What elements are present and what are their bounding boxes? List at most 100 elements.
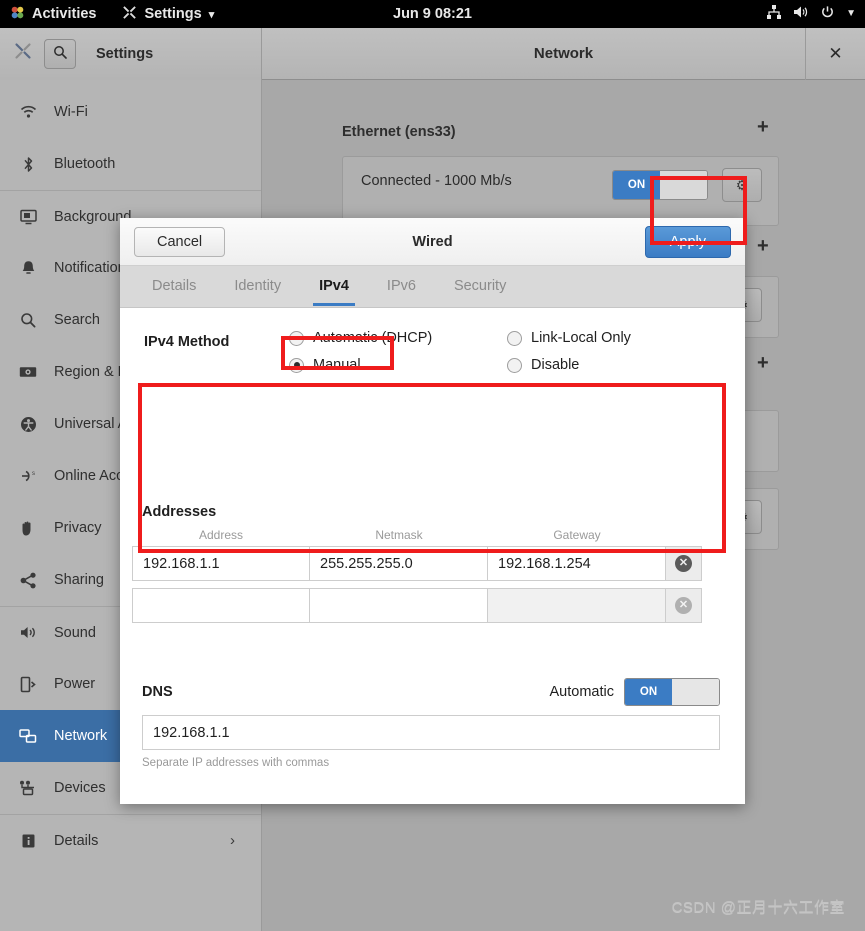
column-header-netmask: Netmask bbox=[375, 528, 423, 542]
tab-ipv4[interactable]: IPv4 bbox=[305, 268, 363, 306]
speaker-icon bbox=[18, 625, 38, 640]
netmask-input[interactable]: 255.255.255.0 bbox=[310, 546, 488, 581]
column-header-address: Address bbox=[198, 528, 244, 542]
sidebar-item-wifi[interactable]: Wi-Fi bbox=[0, 86, 261, 138]
dns-title: DNS bbox=[142, 684, 173, 700]
radio-selected-icon bbox=[289, 357, 304, 373]
dns-automatic-toggle[interactable]: ON bbox=[624, 678, 720, 706]
app-menu-button[interactable]: Settings ▾ bbox=[122, 5, 214, 24]
volume-icon[interactable] bbox=[793, 5, 809, 23]
radio-icon bbox=[507, 330, 522, 346]
svg-text:s: s bbox=[32, 471, 35, 477]
sidebar-item-label: Search bbox=[54, 312, 100, 328]
add-ethernet-button[interactable]: + bbox=[757, 116, 769, 139]
method-column-left: Automatic (DHCP) Manual bbox=[289, 330, 507, 373]
search-icon bbox=[53, 45, 67, 62]
connection-status-label: Connected - 1000 Mb/s bbox=[361, 173, 512, 189]
delete-address-row-button[interactable]: ✕ bbox=[666, 588, 702, 623]
delete-icon: ✕ bbox=[675, 555, 692, 572]
gateway-input[interactable] bbox=[488, 588, 666, 623]
add-vpn-button[interactable]: + bbox=[757, 235, 769, 258]
power-icon[interactable] bbox=[820, 5, 835, 24]
gateway-input[interactable]: 192.168.1.254 bbox=[488, 546, 666, 581]
dns-automatic-label: Automatic bbox=[549, 684, 614, 700]
dns-toggle-track bbox=[672, 679, 719, 705]
connection-toggle[interactable]: ON bbox=[612, 170, 708, 200]
addresses-section: Addresses Address Netmask Gateway 192.16… bbox=[132, 504, 718, 623]
close-window-button[interactable]: ✕ bbox=[805, 27, 865, 80]
sidebar-item-label: Wi-Fi bbox=[54, 104, 88, 120]
column-header-gateway: Gateway bbox=[553, 528, 601, 542]
ipv4-method-label: IPv4 Method bbox=[144, 334, 230, 350]
dns-servers-input[interactable]: 192.168.1.1 bbox=[142, 715, 720, 750]
hand-icon bbox=[18, 520, 38, 537]
ethernet-section-title: Ethernet (ens33) bbox=[342, 124, 456, 140]
sidebar-item-label: Power bbox=[54, 676, 96, 692]
dialog-tabs: Details Identity IPv4 IPv6 Security bbox=[120, 266, 745, 308]
radio-icon bbox=[289, 330, 304, 346]
activities-button[interactable]: Activities bbox=[10, 5, 96, 24]
address-input[interactable]: 192.168.1.1 bbox=[132, 546, 310, 581]
sidebar-item-label: Sharing bbox=[54, 572, 104, 588]
status-tray: ▼ bbox=[766, 5, 856, 24]
dns-header-row: DNS Automatic ON bbox=[142, 678, 720, 706]
radio-disable[interactable]: Disable bbox=[507, 357, 631, 373]
headerbar-center: Network ✕ bbox=[262, 27, 865, 80]
battery-icon bbox=[18, 676, 38, 693]
radio-label: Disable bbox=[531, 357, 580, 373]
connection-settings-button[interactable]: ⚙ bbox=[722, 168, 762, 202]
radio-link-local-only[interactable]: Link-Local Only bbox=[507, 330, 631, 346]
dns-section: DNS Automatic ON 192.168.1.1 Separate IP… bbox=[142, 678, 720, 769]
radio-manual[interactable]: Manual bbox=[289, 357, 507, 373]
dns-toggle-state: ON bbox=[625, 679, 672, 705]
chevron-right-icon: › bbox=[230, 832, 235, 849]
sidebar-item-label: Network bbox=[54, 728, 108, 744]
settings-window: Settings Network ✕ Wi-Fi Bluetooth Backg… bbox=[0, 27, 865, 931]
delete-address-row-button[interactable]: ✕ bbox=[666, 546, 702, 581]
online-accounts-icon: s bbox=[18, 468, 38, 484]
dns-hint: Separate IP addresses with commas bbox=[142, 757, 330, 769]
display-icon bbox=[18, 209, 38, 225]
sidebar-item-bluetooth[interactable]: Bluetooth bbox=[0, 138, 261, 190]
sidebar-item-label: Privacy bbox=[54, 520, 102, 536]
search-button[interactable] bbox=[44, 38, 76, 69]
tab-identity[interactable]: Identity bbox=[220, 268, 295, 305]
share-icon bbox=[18, 572, 38, 589]
sidebar-item-details[interactable]: Details › bbox=[0, 814, 261, 866]
add-bond-button[interactable]: + bbox=[757, 352, 769, 375]
radio-label: Link-Local Only bbox=[531, 330, 631, 346]
chevron-down-icon[interactable]: ▼ bbox=[846, 9, 856, 19]
tab-ipv6[interactable]: IPv6 bbox=[373, 268, 430, 305]
gnome-top-bar: Activities Settings ▾ Jun 9 08:21 ▼ bbox=[0, 0, 865, 28]
radio-icon bbox=[507, 357, 522, 373]
chevron-down-icon: ▾ bbox=[208, 8, 215, 21]
netmask-input[interactable] bbox=[310, 588, 488, 623]
page-title: Network bbox=[533, 45, 594, 62]
wifi-icon bbox=[18, 105, 38, 119]
toggle-on-label: ON bbox=[613, 171, 660, 199]
tools-icon bbox=[14, 42, 32, 65]
address-input[interactable] bbox=[132, 588, 310, 623]
bluetooth-icon bbox=[18, 156, 38, 173]
watermark: CSDN @正月十六工作室 bbox=[671, 899, 845, 916]
network-icon[interactable] bbox=[766, 5, 782, 23]
activities-icon bbox=[10, 5, 25, 24]
tab-details[interactable]: Details bbox=[138, 268, 210, 305]
accessibility-icon bbox=[18, 416, 38, 433]
screen: Activities Settings ▾ Jun 9 08:21 ▼ Sett… bbox=[0, 0, 865, 931]
info-icon bbox=[18, 833, 38, 849]
wired-settings-dialog: Cancel Wired Apply Details Identity IPv4… bbox=[120, 218, 745, 804]
radio-automatic-dhcp[interactable]: Automatic (DHCP) bbox=[289, 330, 507, 346]
activities-label: Activities bbox=[32, 6, 97, 22]
delete-icon: ✕ bbox=[675, 597, 692, 614]
cancel-button[interactable]: Cancel bbox=[134, 226, 226, 257]
sidebar-item-label: Devices bbox=[54, 780, 106, 796]
tab-security[interactable]: Security bbox=[440, 268, 520, 305]
address-row: 192.168.1.1 255.255.255.0 192.168.1.254 … bbox=[132, 546, 718, 581]
addresses-title: Addresses bbox=[142, 504, 217, 520]
close-icon: ✕ bbox=[828, 43, 843, 63]
radio-label: Automatic (DHCP) bbox=[313, 330, 433, 346]
ethernet-connection-card[interactable]: Connected - 1000 Mb/s ON ⚙ bbox=[342, 156, 779, 226]
sidebar-item-label: Details bbox=[54, 832, 99, 849]
apply-button[interactable]: Apply bbox=[644, 225, 731, 258]
